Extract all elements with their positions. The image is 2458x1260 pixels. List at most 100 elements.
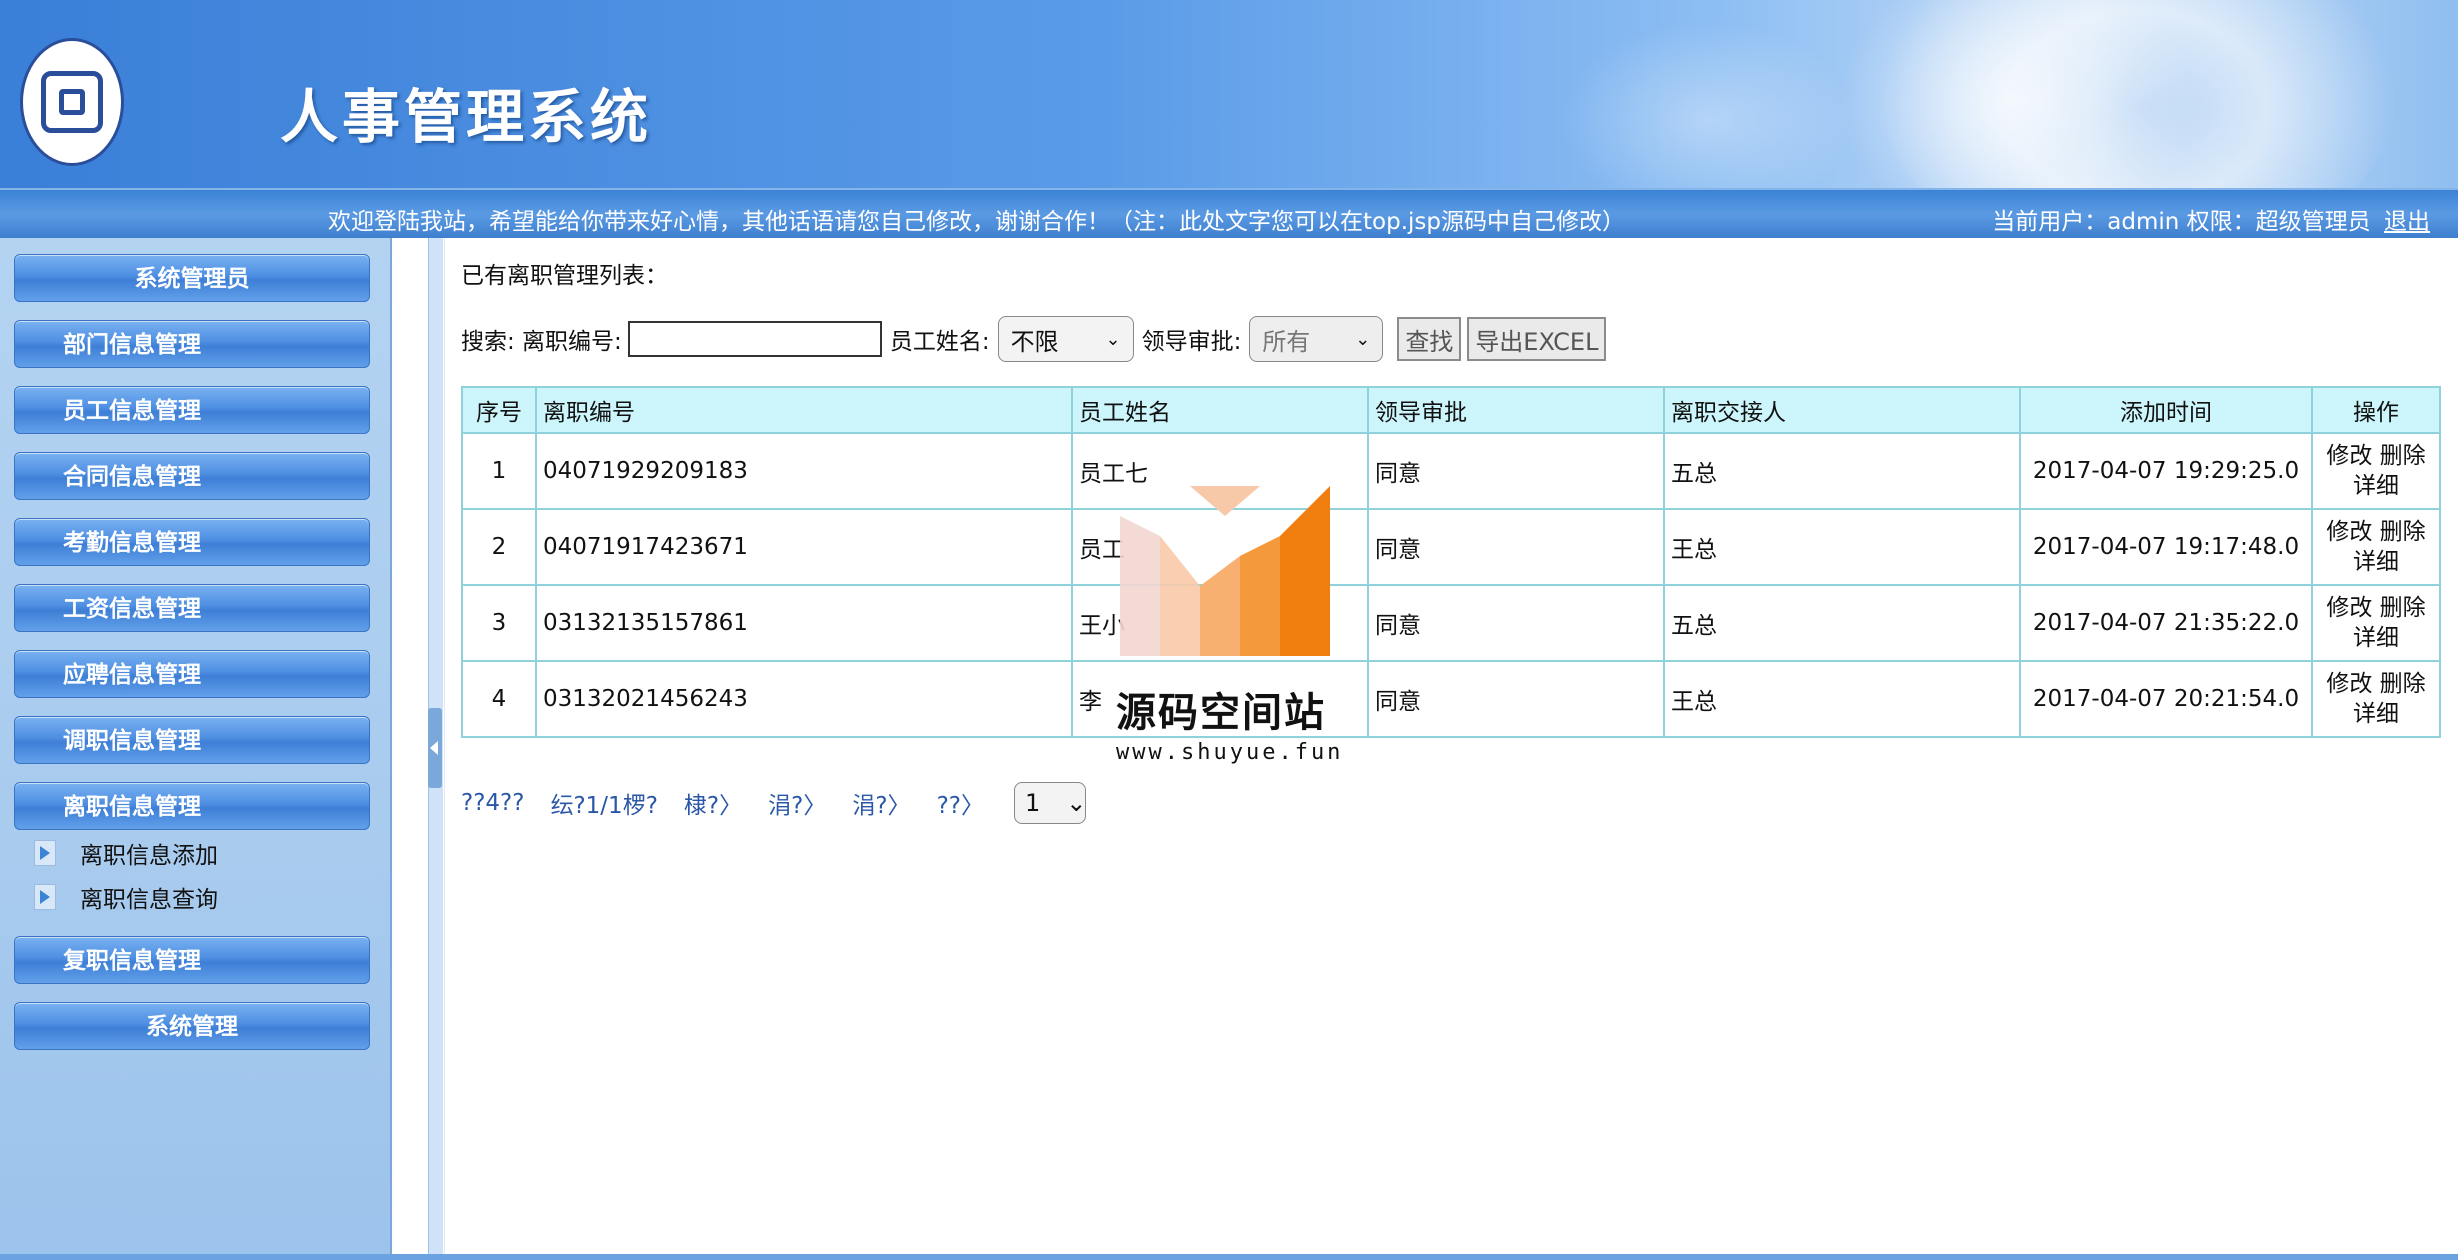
- main-content: 已有离职管理列表： 搜索: 离职编号: 员工姓名: 不限 ⌄ 领导审批: 所有 …: [444, 238, 2458, 1260]
- sidebar-subitem-resignation-add[interactable]: 离职信息添加: [34, 836, 218, 870]
- chevron-down-icon: ⌄: [1105, 328, 1121, 350]
- pager-first-link[interactable]: 棣?〉: [684, 786, 742, 820]
- header-no: 序号: [461, 386, 537, 434]
- search-bar: 搜索: 离职编号: 员工姓名: 不限 ⌄ 领导审批: 所有 ⌄ 查找 导出EXC…: [461, 316, 1607, 362]
- employee-name-label: 员工姓名:: [889, 329, 990, 355]
- page-select[interactable]: 1 ⌄: [1013, 782, 1087, 824]
- pager-total: ??4??: [461, 790, 525, 816]
- collapse-sidebar-handle[interactable]: [428, 708, 442, 788]
- cell-ops: 修改 删除 详细: [2311, 584, 2441, 662]
- table-row: 2 04071917423671 员工 同意 王总 2017-04-07 19:…: [461, 508, 2441, 586]
- sidebar-item-transfer[interactable]: 调职信息管理: [14, 716, 370, 764]
- header-name: 员工姓名: [1071, 386, 1369, 434]
- subitem-label: 离职信息添加: [80, 843, 218, 869]
- resignation-table: 序号 离职编号 员工姓名 领导审批 离职交接人 添加时间 操作 1 040719…: [461, 386, 2441, 738]
- employee-name-select[interactable]: 不限 ⌄: [997, 316, 1134, 362]
- approval-select[interactable]: 所有 ⌄: [1249, 316, 1384, 362]
- sidebar-item-rehire[interactable]: 复职信息管理: [14, 936, 370, 984]
- cell-handover: 王总: [1663, 508, 2021, 586]
- watermark-url: www.shuyue.fun: [1116, 740, 1344, 765]
- detail-link[interactable]: 详细: [2353, 549, 2399, 575]
- chevron-down-icon: ⌄: [1355, 328, 1371, 350]
- cell-ops: 修改 删除 详细: [2311, 508, 2441, 586]
- sidebar-item-employee[interactable]: 员工信息管理: [14, 386, 370, 434]
- export-excel-button[interactable]: 导出EXCEL: [1467, 317, 1607, 361]
- search-code-label: 搜索: 离职编号:: [461, 329, 622, 355]
- cell-time: 2017-04-07 20:21:54.0: [2019, 660, 2313, 738]
- status-bar: 欢迎登陆我站，希望能给你带来好心情，其他话语请您自己修改，谢谢合作！（注：此处文…: [0, 188, 2458, 238]
- detail-link[interactable]: 详细: [2353, 625, 2399, 651]
- sidebar-item-contract[interactable]: 合同信息管理: [14, 452, 370, 500]
- arrow-left-icon: [430, 741, 438, 755]
- cell-time: 2017-04-07 19:17:48.0: [2019, 508, 2313, 586]
- pagination: ??4?? 纭?1/1椤? 棣?〉 涓?〉 涓?〉 ??〉 1 ⌄: [461, 782, 1086, 824]
- cell-approval: 同意: [1367, 660, 1665, 738]
- page-select-value: 1: [1024, 789, 1041, 817]
- delete-link[interactable]: 删除: [2380, 671, 2426, 697]
- edit-link[interactable]: 修改: [2326, 519, 2372, 545]
- triangle-right-icon: [34, 840, 56, 866]
- detail-link[interactable]: 详细: [2353, 473, 2399, 499]
- current-user-text: 当前用户：admin 权限：超级管理员: [1992, 209, 2371, 235]
- subitem-label: 离职信息查询: [80, 887, 218, 913]
- pager-last-link[interactable]: ??〉: [937, 786, 984, 820]
- pager-prev-link[interactable]: 涓?〉: [768, 786, 826, 820]
- cell-approval: 同意: [1367, 584, 1665, 662]
- cell-time: 2017-04-07 19:29:25.0: [2019, 432, 2313, 510]
- sidebar-splitter: [392, 238, 444, 1260]
- find-button[interactable]: 查找: [1397, 317, 1462, 361]
- triangle-right-icon: [34, 884, 56, 910]
- watermark-logo-icon: [1120, 486, 1330, 656]
- pager-page-info: 纭?1/1椤?: [550, 793, 658, 819]
- cell-code: 03132021456243: [535, 660, 1073, 738]
- detail-link[interactable]: 详细: [2353, 701, 2399, 727]
- sidebar-item-attendance[interactable]: 考勤信息管理: [14, 518, 370, 566]
- resignation-code-input[interactable]: [627, 321, 882, 357]
- cell-handover: 王总: [1663, 660, 2021, 738]
- header-decoration: [1558, 20, 1858, 188]
- header-approval: 领导审批: [1367, 386, 1665, 434]
- edit-link[interactable]: 修改: [2326, 443, 2372, 469]
- delete-link[interactable]: 删除: [2380, 443, 2426, 469]
- pager-next-link[interactable]: 涓?〉: [852, 786, 910, 820]
- table-row: 1 04071929209183 员工七 同意 五总 2017-04-07 19…: [461, 432, 2441, 510]
- cell-code: 04071929209183: [535, 432, 1073, 510]
- header-code: 离职编号: [535, 386, 1073, 434]
- sidebar-item-department[interactable]: 部门信息管理: [14, 320, 370, 368]
- sidebar-subitem-resignation-query[interactable]: 离职信息查询: [34, 880, 218, 914]
- edit-link[interactable]: 修改: [2326, 671, 2372, 697]
- delete-link[interactable]: 删除: [2380, 595, 2426, 621]
- cell-no: 3: [461, 584, 537, 662]
- cell-ops: 修改 删除 详细: [2311, 660, 2441, 738]
- table-header-row: 序号 离职编号 员工姓名 领导审批 离职交接人 添加时间 操作: [461, 386, 2441, 434]
- sidebar-item-system-admin[interactable]: 系统管理员: [14, 254, 370, 302]
- app-title: 人事管理系统: [280, 83, 653, 151]
- edit-link[interactable]: 修改: [2326, 595, 2372, 621]
- cell-no: 1: [461, 432, 537, 510]
- sidebar-item-salary[interactable]: 工资信息管理: [14, 584, 370, 632]
- approval-select-value: 所有: [1262, 327, 1311, 356]
- employee-name-select-value: 不限: [1010, 327, 1059, 356]
- chevron-down-icon: ⌄: [1066, 789, 1087, 817]
- sidebar-item-recruitment[interactable]: 应聘信息管理: [14, 650, 370, 698]
- sidebar-item-system[interactable]: 系统管理: [14, 1002, 370, 1050]
- logout-link[interactable]: 退出: [2384, 209, 2430, 235]
- header-decoration: [1838, 0, 2198, 188]
- cell-code: 03132135157861: [535, 584, 1073, 662]
- sidebar-item-resignation[interactable]: 离职信息管理: [14, 782, 370, 830]
- bottom-border: [0, 1254, 2458, 1260]
- cell-code: 04071917423671: [535, 508, 1073, 586]
- cell-time: 2017-04-07 21:35:22.0: [2019, 584, 2313, 662]
- table-row: 3 03132135157861 王小 同意 五总 2017-04-07 21:…: [461, 584, 2441, 662]
- cell-handover: 五总: [1663, 584, 2021, 662]
- cell-ops: 修改 删除 详细: [2311, 432, 2441, 510]
- approval-label: 领导审批:: [1141, 329, 1242, 355]
- watermark-text: 源码空间站: [1116, 690, 1326, 736]
- header-time: 添加时间: [2019, 386, 2313, 434]
- header-ops: 操作: [2311, 386, 2441, 434]
- cell-no: 4: [461, 660, 537, 738]
- table-row: 4 03132021456243 李 同意 王总 2017-04-07 20:2…: [461, 660, 2441, 738]
- university-logo-icon: [20, 38, 124, 166]
- delete-link[interactable]: 删除: [2380, 519, 2426, 545]
- cell-approval: 同意: [1367, 508, 1665, 586]
